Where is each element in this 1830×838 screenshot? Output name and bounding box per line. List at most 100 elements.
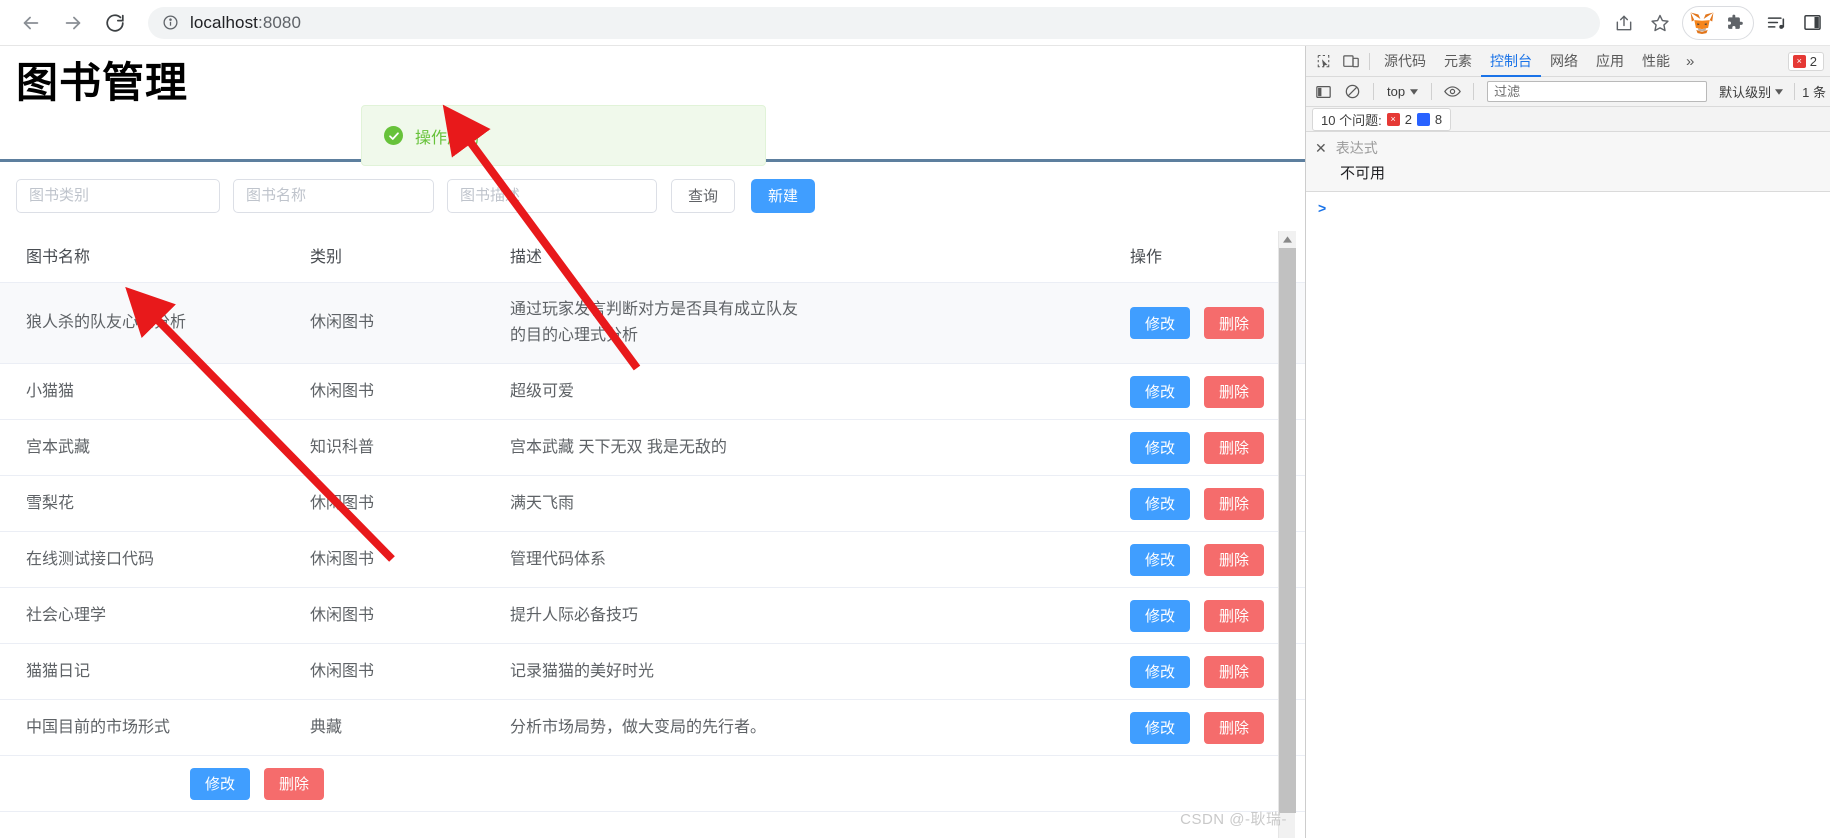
share-button[interactable] — [1606, 5, 1642, 41]
cell-actions: 修改 删除 — [0, 767, 334, 800]
column-header-name: 图书名称 — [26, 249, 91, 266]
delete-button[interactable]: 删除 — [1204, 375, 1264, 408]
bookmark-button[interactable] — [1642, 5, 1678, 41]
error-count: 2 — [1809, 53, 1817, 69]
console-filter-input[interactable] — [1487, 81, 1708, 102]
table-row[interactable]: 宫本武藏 知识科普 宫本武藏 天下无双 我是无敌的 修改 删除 — [0, 420, 1305, 476]
delete-button[interactable]: 删除 — [1204, 543, 1264, 576]
execution-context-select[interactable]: top — [1381, 84, 1424, 99]
edit-button[interactable]: 修改 — [1130, 431, 1190, 464]
forward-button[interactable] — [56, 6, 90, 40]
live-expression-placeholder[interactable]: 表达式 — [1336, 138, 1378, 158]
table-scrollbar[interactable] — [1278, 231, 1296, 838]
edit-button[interactable]: 修改 — [1130, 543, 1190, 576]
delete-button[interactable]: 删除 — [1204, 431, 1264, 464]
inspect-cursor-icon — [1317, 54, 1330, 67]
scroll-up-arrow-icon[interactable] — [1279, 231, 1296, 248]
issue-error-icon: × — [1386, 112, 1400, 126]
name-input[interactable] — [246, 187, 421, 204]
inspect-element-button[interactable] — [1310, 48, 1337, 75]
toolbar-separator-3 — [1431, 83, 1433, 100]
name-field[interactable] — [233, 178, 434, 213]
description-line: 超级可爱 — [510, 382, 575, 400]
tab-sources[interactable]: 源代码 — [1375, 46, 1435, 77]
cell-description: 分析市场局势，做大变局的先行者。 — [510, 715, 940, 741]
url-host: localhost — [190, 12, 258, 32]
edit-button[interactable]: 修改 — [1130, 655, 1190, 688]
cell-category: 休闲图书 — [310, 314, 375, 332]
table-row[interactable]: 雪梨花 休闲图书 满天飞雨 修改 删除 — [0, 476, 1305, 532]
site-info-icon[interactable] — [162, 14, 179, 31]
console-output[interactable]: > — [1306, 192, 1830, 218]
edit-button[interactable]: 修改 — [1130, 711, 1190, 744]
clear-console-button[interactable] — [1339, 78, 1366, 105]
toolbar-separator-4 — [1473, 83, 1475, 100]
table-row[interactable]: 狼人杀的队友心态分析 休闲图书 通过玩家发言判断对方是否具有成立队友 的目的心理式分析… — [0, 283, 1305, 364]
table-row[interactable]: 猫猫日记 休闲图书 记录猫猫的美好时光 修改 删除 — [0, 644, 1305, 700]
delete-button[interactable]: 删除 — [1204, 487, 1264, 520]
address-bar[interactable]: localhost:8080 — [148, 6, 1600, 39]
media-button[interactable] — [1758, 5, 1794, 41]
chevron-down-icon — [1410, 88, 1419, 95]
book-management-page: 图书管理 操作成功 查询 新建 图书名称 类别 描 — [0, 46, 1305, 838]
cell-actions: 修改 删除 — [940, 487, 1274, 520]
category-field[interactable] — [16, 178, 220, 213]
query-button[interactable]: 查询 — [671, 178, 736, 213]
delete-button[interactable]: 删除 — [1204, 307, 1264, 339]
table-row[interactable]: 修改 删除 — [0, 756, 1305, 812]
devtools-tabbar: 源代码 元素 控制台 网络 应用 性能 » × 2 — [1306, 46, 1830, 77]
create-button[interactable]: 新建 — [751, 178, 816, 213]
table-row[interactable]: 社会心理学 休闲图书 提升人际必备技巧 修改 删除 — [0, 588, 1305, 644]
extensions-button[interactable] — [1719, 5, 1749, 41]
table-body: 狼人杀的队友心态分析 休闲图书 通过玩家发言判断对方是否具有成立队友 的目的心理式分析… — [0, 283, 1305, 838]
console-sidebar-button[interactable] — [1310, 78, 1337, 105]
toast-message: 操作成功 — [415, 129, 480, 147]
edit-button[interactable]: 修改 — [1130, 487, 1190, 520]
tab-performance[interactable]: 性能 — [1633, 46, 1679, 77]
delete-button[interactable]: 删除 — [1204, 711, 1264, 744]
cell-book-name: 狼人杀的队友心态分析 — [26, 314, 187, 332]
issues-error-count: 2 — [1404, 111, 1412, 127]
edit-button[interactable]: 修改 — [1130, 599, 1190, 632]
cell-book-name: 中国目前的市场形式 — [26, 718, 171, 736]
more-tabs-button[interactable]: » — [1679, 53, 1701, 70]
address-bar-url: localhost:8080 — [190, 13, 301, 33]
scrollbar-thumb[interactable] — [1279, 248, 1296, 813]
cell-description: 记录猫猫的美好时光 — [510, 659, 940, 685]
live-expression-button[interactable] — [1439, 78, 1466, 105]
metamask-button[interactable] — [1687, 5, 1717, 41]
delete-button[interactable]: 删除 — [1204, 655, 1264, 688]
cell-book-name: 小猫猫 — [26, 382, 75, 400]
tab-application[interactable]: 应用 — [1587, 46, 1633, 77]
tab-console[interactable]: 控制台 — [1481, 46, 1541, 77]
device-toolbar-button[interactable] — [1337, 48, 1364, 75]
close-icon[interactable]: ✕ — [1315, 141, 1327, 155]
description-line: 管理代码体系 — [510, 550, 607, 568]
delete-button[interactable]: 删除 — [264, 767, 324, 800]
description-field[interactable] — [447, 178, 657, 213]
cell-category: 知识科普 — [310, 438, 375, 456]
edit-button[interactable]: 修改 — [1130, 375, 1190, 408]
tab-elements[interactable]: 元素 — [1435, 46, 1481, 77]
reload-button[interactable] — [98, 6, 132, 40]
devtools-panel: 源代码 元素 控制台 网络 应用 性能 » × 2 top 过滤 默认级别 1 … — [1305, 46, 1830, 838]
sidebar-toggle-icon — [1316, 85, 1331, 98]
eye-icon — [1444, 86, 1461, 97]
table-row[interactable]: 小猫猫 休闲图书 超级可爱 修改 删除 — [0, 364, 1305, 420]
back-button[interactable] — [14, 6, 48, 40]
error-count-badge[interactable]: × 2 — [1787, 51, 1824, 71]
table-row[interactable]: 中国目前的市场形式 典藏 分析市场局势，做大变局的先行者。 修改 删除 — [0, 700, 1305, 756]
side-panel-button[interactable] — [1794, 5, 1830, 41]
category-input[interactable] — [29, 187, 207, 204]
tab-network[interactable]: 网络 — [1541, 46, 1587, 77]
description-line: 分析市场局势，做大变局的先行者。 — [510, 718, 767, 736]
issues-summary-button[interactable]: 10 个问题: × 2 8 — [1312, 107, 1452, 131]
delete-button[interactable]: 删除 — [1204, 599, 1264, 632]
forward-arrow-icon — [65, 16, 81, 29]
edit-button[interactable]: 修改 — [1130, 307, 1190, 339]
console-prompt-icon: > — [1318, 200, 1327, 216]
table-row[interactable]: 在线测试接口代码 休闲图书 管理代码体系 修改 删除 — [0, 532, 1305, 588]
edit-button[interactable]: 修改 — [190, 767, 250, 800]
description-input[interactable] — [460, 187, 644, 204]
log-level-select[interactable]: 默认级别 — [1715, 82, 1787, 101]
